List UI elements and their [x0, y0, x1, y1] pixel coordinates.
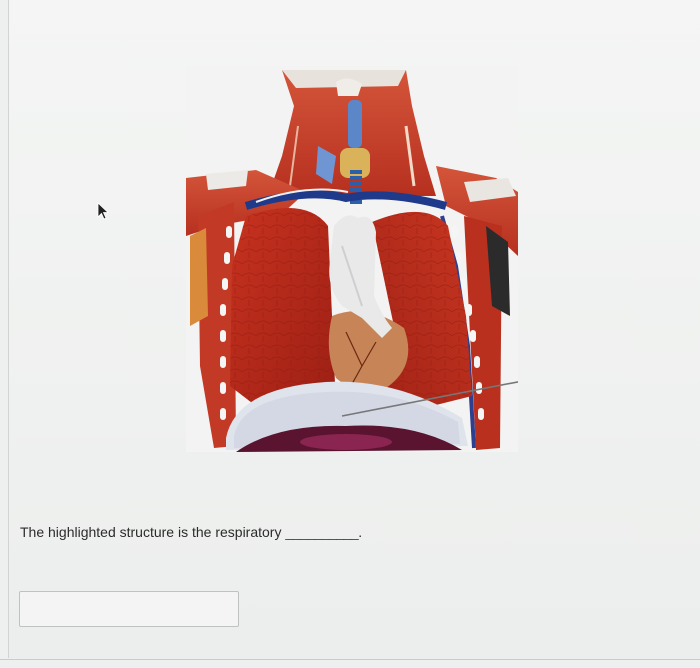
- question-blank: __________: [285, 524, 359, 540]
- answer-input[interactable]: [19, 591, 239, 627]
- question-end: .: [358, 524, 363, 540]
- mouse-pointer-icon: [97, 202, 110, 220]
- divider: [0, 659, 700, 660]
- question-text: The highlighted structure is the respira…: [20, 524, 282, 540]
- question-text-row: The highlighted structure is the respira…: [20, 524, 362, 540]
- anatomy-torso-image: [186, 66, 518, 452]
